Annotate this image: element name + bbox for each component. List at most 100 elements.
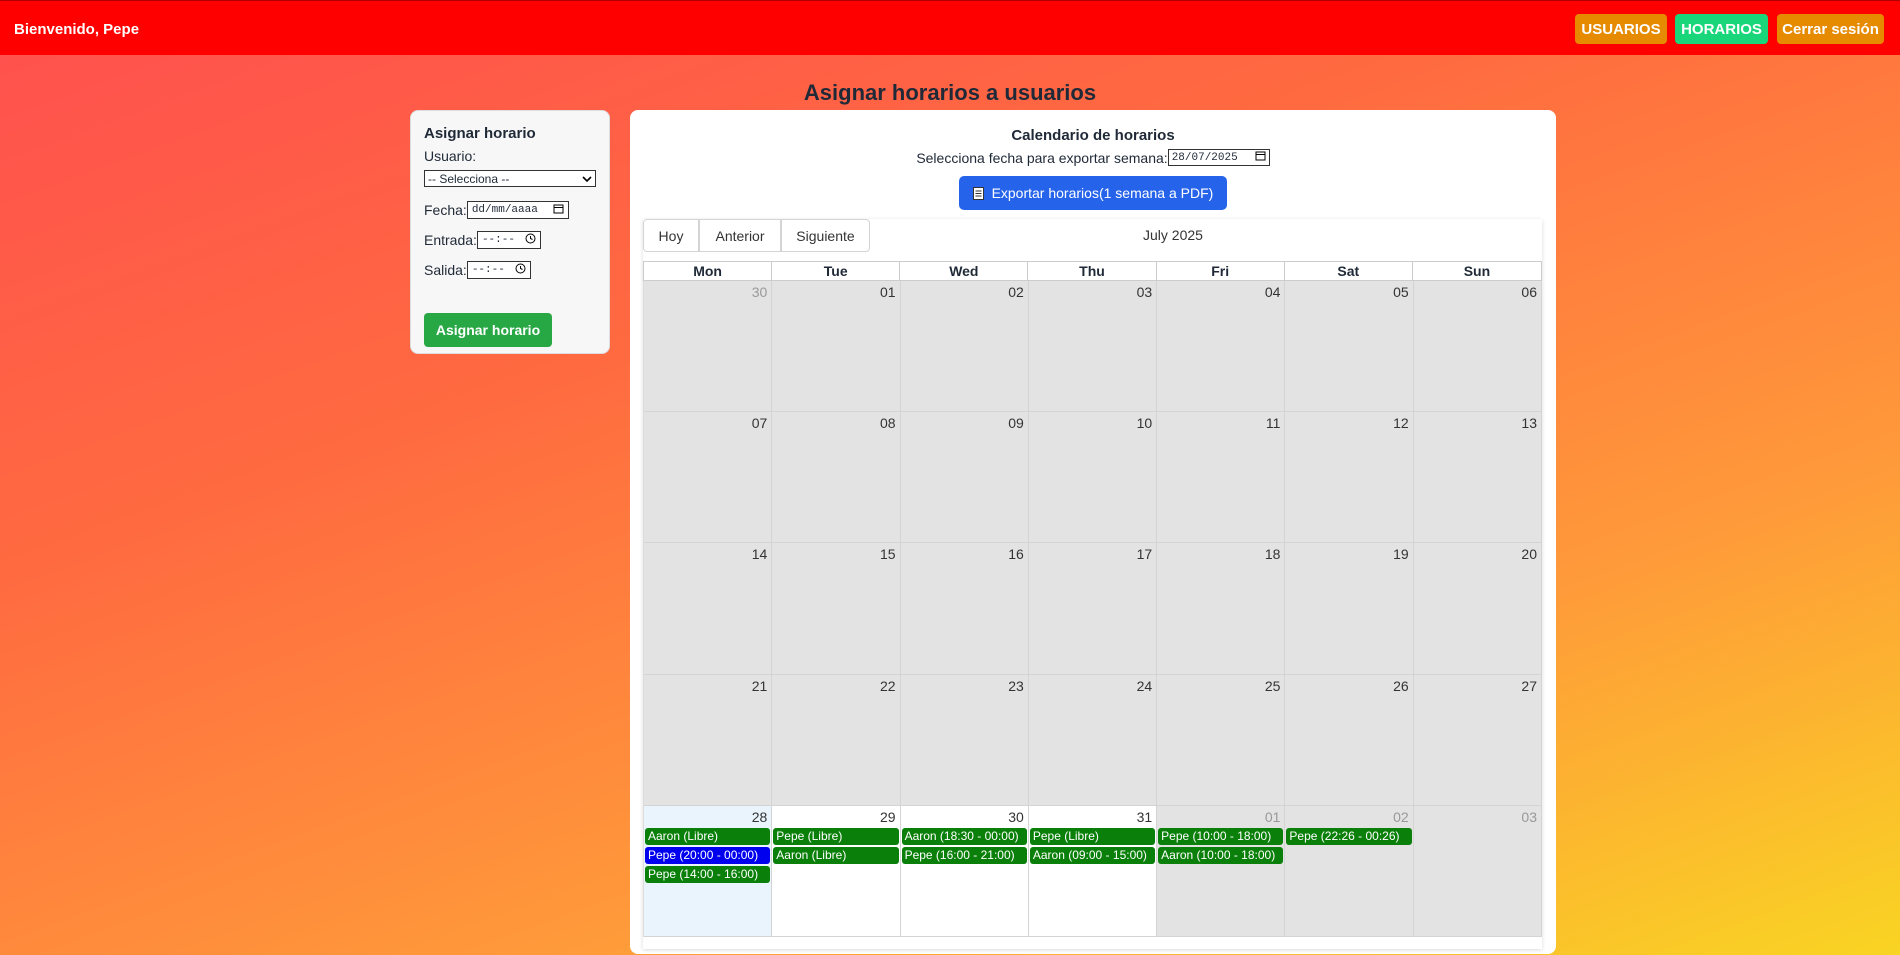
day-number: 14 [751,546,768,563]
schedule-event[interactable]: Pepe (Libre) [773,827,899,845]
day-cell[interactable]: 19 [1285,543,1414,675]
export-date-label: Selecciona fecha para exportar semana: [916,149,1168,166]
weekday-wed: Wed [900,262,1029,280]
day-cell[interactable]: 22 [772,674,901,806]
schedule-event[interactable]: Pepe (10:00 - 18:00) [1158,827,1284,845]
day-number: 19 [1393,546,1409,563]
day-number: 01 [879,284,896,300]
usuario-label: Usuario: [424,148,477,164]
day-cell[interactable]: 02 [900,281,1029,413]
weekday-sat: Sat [1285,262,1413,280]
day-cell[interactable]: 12 [1285,412,1414,544]
day-cell[interactable]: 21 [644,674,773,806]
schedule-event[interactable]: Aaron (18:30 - 00:00) [901,827,1027,845]
day-cell[interactable]: 18 [1157,543,1286,675]
chevron-down-icon [582,172,592,186]
day-cell[interactable]: 07 [644,412,773,544]
assign-schedule-button[interactable]: Asignar horario [424,313,552,347]
usuario-select[interactable]: -- Selecciona -- [424,170,596,187]
day-cell[interactable]: 01 [772,281,901,413]
day-number: 30 [751,284,768,300]
today-button[interactable]: Hoy [643,219,699,252]
month-title: July 2025 [1143,227,1203,243]
day-cell[interactable]: 27 [1413,674,1542,806]
day-cell[interactable]: 26 [1285,674,1414,806]
schedule-event[interactable]: Aaron (Libre) [773,846,899,864]
day-cell[interactable]: 01 Pepe (10:00 - 18:00) Aaron (10:00 - 18:… [1157,805,1286,937]
day-cell[interactable]: 05 [1285,281,1414,413]
export-row: Selecciona fecha para exportar semana: 2… [630,149,1556,166]
day-cell[interactable]: 04 [1157,281,1286,413]
day-cell[interactable]: 30 Aaron (18:30 - 00:00) Pepe (16:00 - 21:… [900,805,1029,937]
schedule-event[interactable]: Pepe (14:00 - 16:00) [645,865,771,883]
day-number: 03 [1521,808,1537,825]
day-cell[interactable]: 02 Pepe (22:26 - 00:26) [1285,805,1414,937]
assign-schedule-form: Asignar horario Usuario: -- Selecciona -… [410,110,610,354]
day-number: 06 [1521,284,1537,300]
export-date-input[interactable]: 28/07/2025 [1167,149,1270,166]
day-number: 26 [1393,677,1409,694]
fecha-input[interactable]: dd/mm/aaaa [466,201,569,219]
entrada-placeholder: --:-- [481,234,515,246]
day-number: 11 [1265,415,1281,432]
day-cell[interactable]: 03 [1413,805,1542,937]
schedule-event[interactable]: Pepe (Libre) [1029,827,1156,845]
day-cell[interactable]: 23 [900,674,1029,806]
weekday-sun: Sun [1463,263,1491,279]
clock-icon [525,233,536,248]
salida-time-input[interactable]: --:-- [466,261,531,279]
day-number: 02 [1008,284,1024,300]
salida-placeholder: --:-- [471,264,505,276]
schedule-event[interactable]: Aaron (Libre) [645,827,771,845]
horarios-nav-button[interactable]: HORARIOS [1675,14,1768,44]
day-cell[interactable]: 13 [1413,412,1542,544]
day-cell[interactable]: 31 Pepe (Libre) Aaron (09:00 - 15:00) [1028,805,1158,937]
entrada-label: Entrada: [424,232,477,248]
day-cell[interactable]: 09 [900,412,1029,544]
day-number: 22 [879,677,896,694]
export-pdf-label: Exportar horarios(1 semana a PDF) [991,185,1214,201]
day-cell[interactable]: 25 [1157,674,1286,806]
day-cell[interactable]: 03 [1028,281,1158,413]
usuarios-nav-button[interactable]: USUARIOS [1575,14,1667,44]
usuario-select-value: -- Selecciona -- [428,171,510,186]
weekday-thu: Thu [1028,262,1157,280]
schedule-event[interactable]: Pepe (22:26 - 00:26) [1286,827,1412,845]
form-title: Asignar horario [424,125,536,142]
day-number: 02 [1393,808,1409,825]
day-cell[interactable]: 11 [1157,412,1286,544]
month-grid: 30 01 02 03 04 05 06 07 08 09 10 11 12 13 14 15 16 17 18 19… [643,281,1542,937]
day-cell[interactable]: 14 [644,543,773,675]
day-number: 29 [879,808,896,825]
welcome-text: Bienvenido, Pepe [14,21,140,38]
calendar-icon [553,203,564,218]
entrada-time-input[interactable]: --:-- [476,231,541,249]
day-number: 07 [751,415,768,432]
day-cell[interactable]: 29 Pepe (Libre) Aaron (Libre) [772,805,901,937]
weekday-fri: Fri [1157,262,1285,280]
calendar-icon [1255,150,1266,165]
schedule-event[interactable]: Aaron (09:00 - 15:00) [1029,846,1156,864]
logout-button[interactable]: Cerrar sesión [1777,14,1884,44]
day-cell[interactable]: 30 [644,281,773,413]
day-cell[interactable]: 06 [1413,281,1542,413]
day-cell[interactable]: 28 Aaron (Libre) Pepe (20:00 - 00:00) Pepe … [644,805,773,937]
day-cell[interactable]: 16 [900,543,1029,675]
day-cell[interactable]: 20 [1413,543,1542,675]
day-number: 25 [1264,677,1281,694]
schedule-event[interactable]: Pepe (20:00 - 00:00) [645,846,771,864]
next-button[interactable]: Siguiente [781,219,870,252]
export-pdf-button[interactable]: Exportar horarios(1 semana a PDF) [959,176,1227,210]
day-cell[interactable]: 10 [1028,412,1158,544]
day-cell[interactable]: 08 [772,412,901,544]
previous-button[interactable]: Anterior [699,219,781,252]
fecha-placeholder: dd/mm/aaaa [471,204,538,216]
day-cell[interactable]: 17 [1028,543,1158,675]
day-number: 15 [879,546,896,563]
day-number: 30 [1008,808,1024,825]
schedule-event[interactable]: Pepe (16:00 - 21:00) [901,846,1027,864]
schedule-event[interactable]: Aaron (10:00 - 18:00) [1158,846,1284,864]
day-cell[interactable]: 24 [1028,674,1158,806]
day-number: 28 [751,808,768,825]
day-cell[interactable]: 15 [772,543,901,675]
